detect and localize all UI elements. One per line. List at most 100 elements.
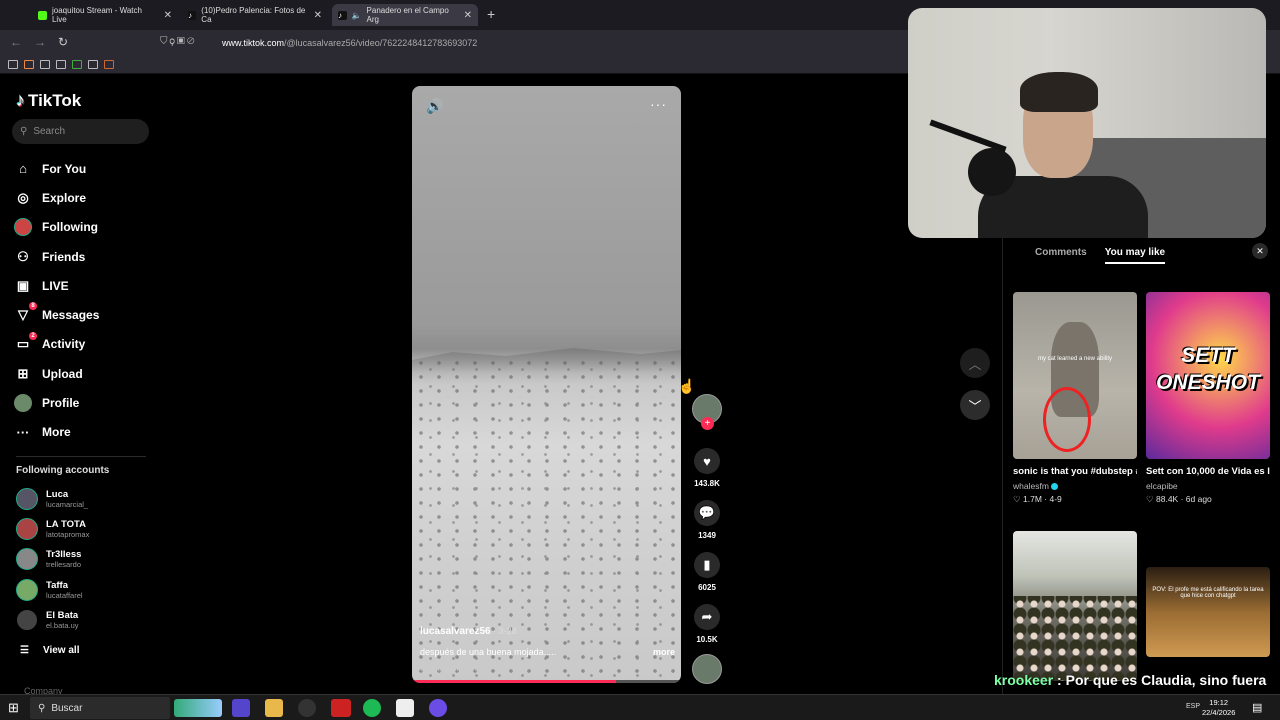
weather-widget-icon[interactable] (174, 699, 222, 717)
sidebar-item-for-you[interactable]: ⌂ For You (14, 154, 99, 183)
browser-icon[interactable] (298, 699, 316, 717)
video-thumbnail[interactable] (1013, 531, 1137, 681)
app-icon[interactable] (232, 699, 250, 717)
notification-icon[interactable]: ▤ (1252, 701, 1262, 714)
card-author[interactable]: whalesfm (1013, 481, 1049, 491)
spotify-icon[interactable] (363, 699, 381, 717)
chat-username: krookeer (994, 672, 1054, 688)
card-author[interactable]: elcapibe (1146, 481, 1178, 491)
site-info-icons[interactable]: ⛉⚲▣⊘ (160, 36, 197, 47)
see-translation-link[interactable]: See translation (420, 663, 675, 673)
following-account[interactable]: Tr3lless trellesardo (16, 548, 81, 570)
document-icon[interactable] (396, 699, 414, 717)
comment-button[interactable]: 💬 1349 (692, 500, 722, 540)
video-username[interactable]: lucasalvarez56 (420, 626, 491, 637)
volume-icon[interactable]: 🔊 (426, 98, 443, 115)
close-icon[interactable]: ✕ (464, 10, 472, 21)
close-icon[interactable]: ✕ (314, 10, 322, 21)
bookmark-icon[interactable] (72, 60, 82, 69)
following-account[interactable]: LA TOTA latotapromax (16, 518, 89, 540)
like-button[interactable]: ♥ 143.8K (692, 448, 722, 488)
more-options-icon[interactable]: ··· (650, 96, 667, 112)
video-thumbnail[interactable]: SETT ONESHOT (1146, 292, 1270, 459)
like-count: 143.8K (694, 479, 720, 488)
bookmark-folder-icon[interactable] (56, 60, 66, 69)
panel-tabs: Comments You may like (1035, 247, 1166, 264)
bookmark-icon[interactable] (24, 60, 34, 69)
avatar (16, 488, 38, 510)
recommended-video-card[interactable]: POV: El profe me está calificando la tar… (1146, 567, 1270, 657)
browser-tab[interactable]: joaquitou Stream - Watch Live ✕ (32, 4, 178, 26)
back-icon[interactable]: ← (10, 35, 22, 49)
windows-start-icon[interactable]: ⊞ (8, 700, 19, 716)
taskbar-search-label: Buscar (51, 702, 83, 714)
next-video-button[interactable]: ﹀ (960, 390, 990, 420)
comment-count: 1349 (698, 531, 716, 540)
card-likes: 88.4K (1156, 494, 1179, 504)
bookmark-icon[interactable] (104, 60, 114, 69)
speaker-icon[interactable]: 🔈 (352, 11, 362, 20)
close-icon[interactable]: ✕ (164, 10, 172, 21)
browser-tab[interactable]: ♪ (10)Pedro Palencia: Fotos de Ca ✕ (182, 4, 328, 26)
following-account[interactable]: El Bata el.bata.uy (16, 609, 79, 631)
sidebar-item-friends[interactable]: ⚇ Friends (14, 242, 99, 271)
account-name: El Bata (46, 609, 79, 621)
tab-you-may-like[interactable]: You may like (1104, 247, 1166, 264)
nav-label: Activity (42, 337, 86, 352)
search-icon: ⚲ (20, 126, 28, 137)
sidebar-item-messages[interactable]: ▽ 8 Messages (14, 300, 99, 329)
previous-video-button[interactable]: ︿ (960, 348, 990, 378)
app-icon[interactable] (429, 699, 447, 717)
browser-tab-active[interactable]: ♪ 🔈 Panadero en el Campo Arg ✕ (332, 4, 478, 26)
taskbar-search[interactable]: ⚲ Buscar (30, 697, 170, 719)
save-count: 6025 (698, 583, 716, 592)
sidebar-item-following[interactable]: Following (14, 213, 99, 242)
card-date: 6d ago (1185, 494, 1212, 504)
following-account[interactable]: Luca lucamarcial_ (16, 488, 88, 510)
video-progress-bar[interactable] (412, 680, 681, 683)
sound-disc[interactable] (692, 654, 722, 684)
bookmark-icon[interactable] (40, 60, 50, 69)
sidebar-item-explore[interactable]: ◎ Explore (14, 183, 99, 212)
search-input[interactable]: ⚲ Search (12, 119, 149, 144)
save-button[interactable]: ▮ 6025 (692, 552, 722, 592)
recommended-video-card[interactable] (1013, 531, 1137, 681)
tab-comments[interactable]: Comments (1035, 247, 1087, 264)
nav-label: Explore (42, 190, 87, 205)
url-field[interactable]: www.tiktok.com/@lucasalvarez56/video/762… (222, 38, 477, 48)
nav-label: Friends (42, 249, 86, 264)
share-button[interactable]: ➦ 10.5K (692, 604, 722, 644)
app-icon[interactable] (331, 699, 351, 717)
account-handle: el.bata.uy (46, 620, 79, 630)
card-title[interactable]: sonic is that you #dubstep #riddim... (1013, 465, 1137, 479)
taskbar-clock[interactable]: 19:12 22/4/2026 (1202, 698, 1235, 718)
video-thumbnail[interactable]: my cat learned a new ability (1013, 292, 1137, 459)
sidebar-item-profile[interactable]: Profile (14, 388, 99, 417)
bookmark-folder-icon[interactable] (88, 60, 98, 69)
sidebar-item-more[interactable]: ··· More (14, 418, 99, 447)
more-button[interactable]: more (653, 647, 675, 657)
view-all-button[interactable]: ☰ View all (20, 645, 79, 656)
account-name: Taffa (46, 579, 68, 591)
tiktok-logo[interactable]: ♪ TikTok (16, 90, 81, 111)
tiktok-logo-icon: ♪ (16, 90, 25, 110)
sidebar-item-live[interactable]: ▣ LIVE (14, 271, 99, 300)
new-tab-button[interactable]: + (487, 6, 495, 22)
video-thumbnail[interactable]: POV: El profe me está calificando la tar… (1146, 567, 1270, 657)
card-title[interactable]: Sett con 10,000 de Vida es la BUILD MAS.… (1146, 465, 1270, 479)
language-indicator[interactable]: ESP (1186, 703, 1200, 710)
url-path: /@lucasalvarez56/video/76222484127836930… (284, 38, 478, 48)
file-explorer-icon[interactable] (265, 699, 283, 717)
bookmark-folder-icon[interactable] (8, 60, 18, 69)
sidebar-item-upload[interactable]: ⊞ Upload (14, 359, 99, 388)
close-panel-button[interactable]: ✕ (1252, 243, 1268, 259)
recommended-video-card[interactable]: SETT ONESHOT Sett con 10,000 de Vida es … (1146, 292, 1270, 505)
video-player[interactable]: 🔊 ··· lucasalvarez56 · 3-28 después de u… (412, 86, 681, 683)
recommended-video-card[interactable]: my cat learned a new ability sonic is th… (1013, 292, 1137, 505)
following-account[interactable]: Taffa lucataffarel (16, 579, 83, 601)
forward-icon[interactable]: → (34, 35, 46, 49)
reload-icon[interactable]: ↻ (58, 35, 68, 49)
creator-avatar[interactable]: + (692, 394, 722, 430)
follow-plus-icon[interactable]: + (701, 417, 714, 430)
sidebar-item-activity[interactable]: ▭ 2 Activity (14, 330, 99, 359)
